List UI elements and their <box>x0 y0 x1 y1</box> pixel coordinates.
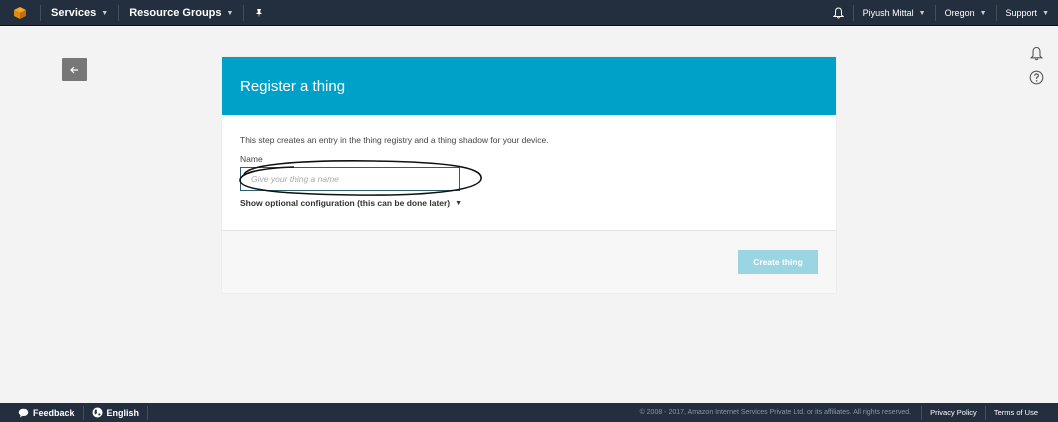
language-label: English <box>106 407 140 418</box>
footer-right-group: © 2008 - 2017, Amazon Internet Services … <box>630 403 1058 422</box>
feedback-button[interactable]: Feedback <box>0 403 83 422</box>
chevron-down-icon: ▼ <box>979 9 987 17</box>
user-label: Piyush Mittal <box>862 7 914 18</box>
chevron-down-icon: ▼ <box>1042 9 1049 17</box>
speech-bubble-icon <box>18 408 29 417</box>
footer-divider <box>147 405 149 420</box>
services-label: Services <box>51 6 97 19</box>
bell-icon[interactable] <box>824 0 853 26</box>
resource-groups-menu[interactable]: Resource Groups ▼ <box>119 0 243 26</box>
chevron-down-icon: ▼ <box>226 9 234 17</box>
card-footer: Create thing <box>222 230 836 293</box>
privacy-policy-link[interactable]: Privacy Policy <box>922 408 985 417</box>
top-navigation-bar: Services ▼ Resource Groups ▼ Piyush Mitt… <box>0 0 1058 26</box>
region-menu[interactable]: Oregon ▼ <box>936 0 996 26</box>
pin-icon[interactable] <box>244 0 274 26</box>
optional-configuration-toggle[interactable]: Show optional configuration (this can be… <box>240 198 462 208</box>
support-label: Support <box>1005 7 1038 18</box>
bottom-bar: Feedback English © 2008 - 2017, Amazon I… <box>0 403 1058 422</box>
name-label: Name <box>240 154 263 164</box>
description-text: This step creates an entry in the thing … <box>240 135 549 145</box>
create-thing-button[interactable]: Create thing <box>738 250 818 274</box>
help-icon[interactable] <box>1027 68 1045 86</box>
back-button[interactable] <box>62 58 87 81</box>
side-icon-panel <box>1024 44 1048 86</box>
chevron-down-icon: ▼ <box>918 9 926 17</box>
aws-cube-icon[interactable] <box>0 0 40 26</box>
thing-name-input[interactable] <box>240 167 460 191</box>
services-menu[interactable]: Services ▼ <box>41 0 118 26</box>
user-menu[interactable]: Piyush Mittal ▼ <box>854 0 935 26</box>
chevron-down-icon: ▼ <box>101 9 109 17</box>
globe-icon <box>92 407 103 418</box>
language-selector[interactable]: English <box>84 403 148 422</box>
support-menu[interactable]: Support ▼ <box>997 0 1058 26</box>
card-header: Register a thing <box>222 57 836 115</box>
region-label: Oregon <box>944 7 975 18</box>
name-field-wrapper <box>239 160 482 196</box>
arrow-left-icon <box>70 66 78 73</box>
terms-of-use-link[interactable]: Terms of Use <box>986 408 1058 417</box>
card-body: This step creates an entry in the thing … <box>222 115 836 230</box>
register-thing-card: Register a thing This step creates an en… <box>222 57 836 293</box>
bell-icon[interactable] <box>1027 44 1045 62</box>
resource-groups-label: Resource Groups <box>129 6 222 19</box>
nav-right-group: Piyush Mittal ▼ Oregon ▼ Support ▼ <box>824 0 1058 26</box>
copyright-text: © 2008 - 2017, Amazon Internet Services … <box>639 409 912 416</box>
page-title: Register a thing <box>240 77 346 95</box>
feedback-label: Feedback <box>33 407 75 418</box>
optional-configuration-label: Show optional configuration (this can be… <box>240 198 451 208</box>
caret-down-icon: ▼ <box>455 199 463 207</box>
